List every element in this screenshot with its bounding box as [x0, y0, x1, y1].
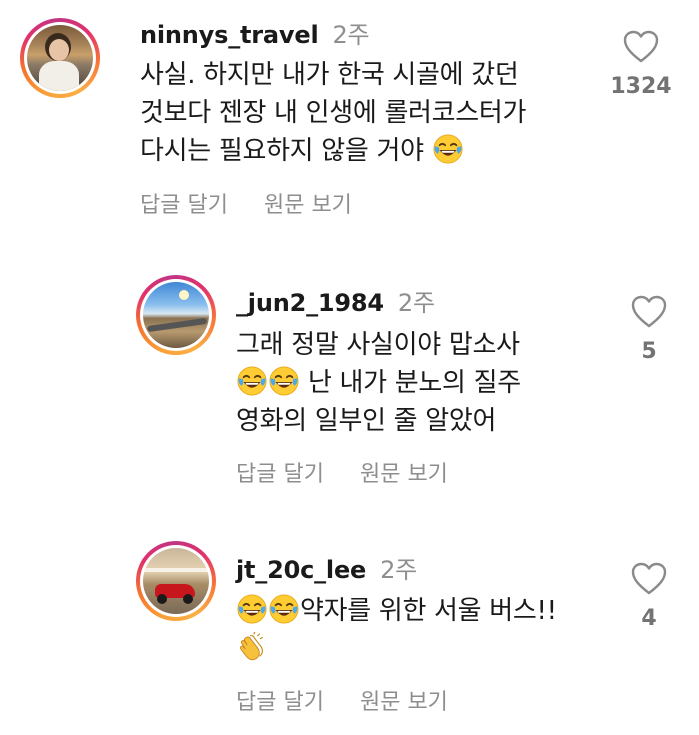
comment-actions: 답글 달기 원문 보기 — [236, 684, 448, 716]
username[interactable]: jt_20c_lee 2주 — [236, 550, 417, 585]
comment-line — [236, 630, 616, 668]
avatar[interactable] — [136, 541, 216, 621]
like-count: 4 — [641, 606, 657, 631]
comment-jt-20c-lee: jt_20c_lee 2주 약자를 위한 서울 버스!! 답글 달기 원문 보기 4 — [0, 0, 699, 735]
reply-button[interactable]: 답글 달기 — [236, 690, 324, 715]
avatar-photo-race-car — [143, 548, 209, 614]
heart-icon[interactable] — [631, 562, 667, 596]
clapping-hands-emoji-icon — [237, 632, 267, 662]
see-original-button[interactable]: 원문 보기 — [360, 690, 448, 715]
comment-timestamp: 2주 — [380, 556, 418, 584]
face-with-tears-of-joy-emoji-icon — [237, 594, 267, 624]
like-control: 4 — [614, 562, 684, 631]
comment-text: 약자를 위한 서울 버스!! — [236, 592, 616, 668]
face-with-tears-of-joy-emoji-icon — [269, 594, 299, 624]
comment-line: 약자를 위한 서울 버스!! — [236, 592, 616, 630]
